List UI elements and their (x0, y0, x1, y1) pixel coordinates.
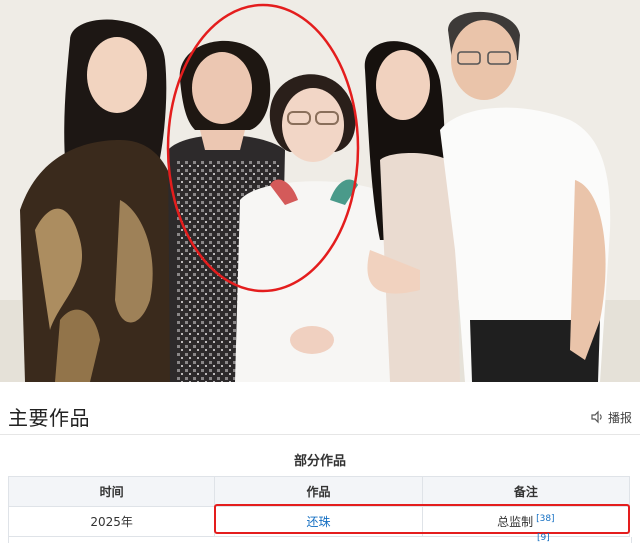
table-row: 2025年 还珠 总监制 [38] (7, 506, 631, 537)
cell-work: 还珠 (214, 506, 423, 537)
group-photo-illustration (0, 0, 640, 382)
column-header-work: 作品 (214, 476, 423, 507)
reference-link[interactable]: [38] (536, 514, 554, 524)
speaker-icon (590, 410, 604, 424)
work-link[interactable]: 还珠 (306, 515, 330, 529)
table-header-row: 时间 作品 备注 (7, 476, 631, 507)
share-label: 播报 (607, 410, 632, 425)
share-button[interactable]: 播报 (590, 407, 632, 427)
group-photo (0, 0, 640, 382)
table-caption: 部分作品 (293, 454, 346, 469)
column-header-time: 时间 (7, 476, 216, 507)
works-table: 时间 作品 备注 2025年 还珠 总监制 [38] (7, 476, 631, 537)
next-reference-link[interactable]: [9] (537, 533, 550, 543)
cell-time: 2025年 (7, 506, 216, 537)
section-header: 主要作品 播报 (0, 382, 640, 435)
column-header-note: 备注 (421, 476, 631, 507)
cell-note: 总监制 [38] (421, 506, 631, 537)
note-text: 总监制 (497, 515, 534, 529)
section-title: 主要作品 (8, 406, 90, 430)
